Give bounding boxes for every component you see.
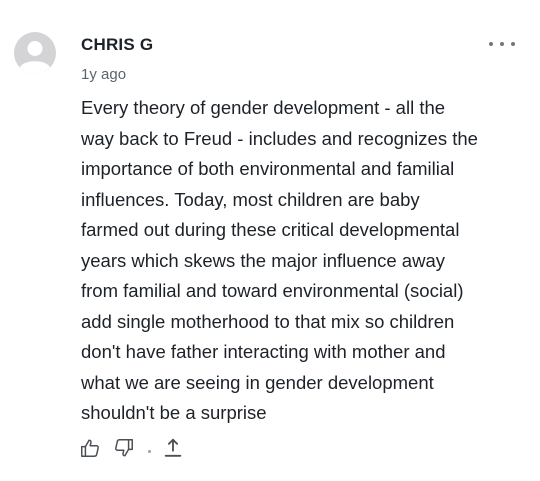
avatar[interactable] bbox=[14, 32, 56, 74]
comment-author[interactable]: CHRIS G bbox=[81, 35, 153, 55]
comment-body: Every theory of gender development - all… bbox=[81, 93, 531, 429]
dislike-button[interactable] bbox=[112, 436, 136, 460]
more-options-icon bbox=[489, 42, 493, 46]
comment-body-line: Every theory of gender development - all… bbox=[81, 97, 446, 118]
comment-card: CHRIS G 1y ago Every theory of gender de… bbox=[0, 0, 540, 481]
share-upload-icon bbox=[164, 438, 182, 457]
comment-actions bbox=[78, 435, 185, 461]
comment-body-line: from familial and toward environmental (… bbox=[81, 280, 464, 301]
comment-body-line: importance of both environmental and fam… bbox=[81, 158, 455, 179]
comment-body-line: farmed out during these critical develop… bbox=[81, 219, 460, 240]
user-silhouette-icon bbox=[20, 41, 50, 74]
more-options-button[interactable] bbox=[489, 36, 515, 52]
comment-body-line: what we are seeing in gender development bbox=[81, 371, 434, 393]
comment-body-line: shouldn't be a surprise bbox=[81, 402, 267, 423]
comment-body-line: add single motherhood to that mix so chi… bbox=[81, 310, 455, 332]
thumbs-down-icon bbox=[115, 439, 133, 457]
share-button[interactable] bbox=[161, 436, 185, 460]
comment-timestamp: 1y ago bbox=[81, 66, 127, 83]
thumbs-up-icon bbox=[81, 439, 99, 457]
comment-body-line: don't have father interacting with mothe… bbox=[81, 341, 446, 362]
like-button[interactable] bbox=[78, 436, 102, 460]
separator-dot bbox=[148, 449, 151, 453]
comment-body-line: influences. Today, most children are bab… bbox=[81, 188, 420, 210]
comment-body-line: years which skews the major influence aw… bbox=[81, 249, 445, 271]
comment-body-line: way back to Freud - includes and recogni… bbox=[81, 127, 478, 149]
